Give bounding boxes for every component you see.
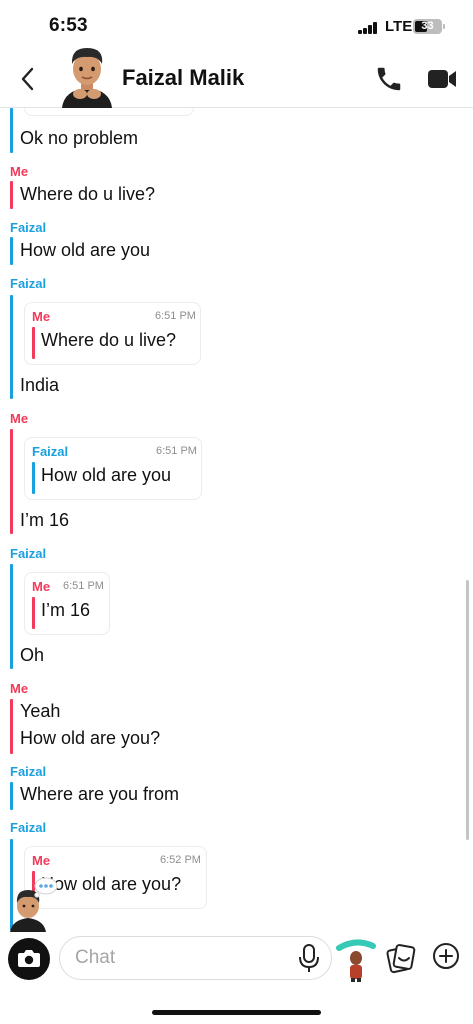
composer-bar — [0, 930, 473, 1024]
quoted-message[interactable]: Faizal 6:51 PM How old are you — [24, 437, 202, 500]
camera-icon — [18, 950, 40, 967]
quote-time: 6:51 PM — [156, 445, 197, 457]
home-indicator[interactable] — [152, 1010, 321, 1015]
message-list[interactable]: Ok no problem Me Where do u live? Faizal… — [0, 108, 473, 930]
message-bar — [10, 782, 13, 810]
sticker-icon — [386, 944, 416, 974]
typing-bubble-icon — [10, 877, 58, 932]
quote-text: Where do u live? — [41, 330, 177, 350]
message-bar — [10, 237, 13, 265]
message-bar — [10, 181, 13, 209]
microphone-button[interactable] — [296, 943, 322, 973]
back-icon — [21, 67, 34, 91]
message-bar — [10, 429, 13, 534]
typing-indicator — [8, 876, 58, 932]
message-text[interactable]: How old are you — [20, 240, 150, 261]
quote-bar — [32, 462, 35, 494]
video-call-button[interactable] — [426, 66, 458, 92]
message-sender: Faizal — [10, 820, 47, 835]
quote-time: 6:51 PM — [155, 310, 196, 322]
message-text[interactable]: Where are you from — [20, 784, 179, 805]
message-text[interactable]: Oh — [20, 645, 44, 666]
quoted-message — [24, 108, 194, 116]
bitmoji-button[interactable] — [336, 936, 376, 982]
quote-bar — [32, 597, 35, 629]
message-text[interactable]: How old are you? — [20, 728, 160, 749]
chat-input[interactable] — [59, 936, 332, 980]
bitmoji-avatar-icon — [62, 48, 112, 108]
quote-text: How old are you — [41, 465, 172, 485]
quote-text: How old are you? — [41, 874, 182, 894]
contact-name[interactable]: Faizal Malik — [122, 65, 244, 91]
back-button[interactable] — [14, 64, 44, 94]
signal-icon — [358, 22, 380, 34]
microphone-icon — [299, 944, 319, 972]
message-text[interactable]: I’m 16 — [20, 510, 69, 531]
camera-button[interactable] — [8, 938, 50, 980]
quote-sender: Faizal — [32, 444, 69, 459]
battery-level: 33 — [421, 20, 434, 32]
quoted-message[interactable]: Me 6:51 PM Where do u live? — [24, 302, 201, 365]
message-bar — [10, 564, 13, 669]
quote-time: 6:52 PM — [160, 854, 201, 866]
call-button[interactable] — [374, 64, 404, 94]
message-text[interactable]: Where do u live? — [20, 184, 155, 205]
quoted-message[interactable]: Me 6:51 PM I’m 16 — [24, 572, 110, 635]
quote-bar — [32, 327, 35, 359]
message-sender: Me — [10, 164, 29, 179]
video-call-icon — [428, 70, 456, 88]
message-text[interactable]: India — [20, 375, 59, 396]
quote-text: I’m 16 — [41, 600, 91, 620]
message-sender: Me — [10, 681, 29, 696]
quote-sender: Me — [32, 853, 51, 868]
quote-sender: Me — [32, 579, 51, 594]
bitmoji-icon — [336, 939, 376, 982]
chat-header: Faizal Malik — [0, 48, 473, 108]
phone-icon — [377, 67, 401, 91]
message-sender: Me — [10, 411, 29, 426]
message-text[interactable]: Ok no problem — [20, 128, 138, 149]
message-sender: Faizal — [10, 764, 47, 779]
plus-button[interactable] — [431, 941, 461, 971]
message-bar — [10, 699, 13, 754]
message-bar — [10, 108, 13, 153]
message-bar — [10, 295, 13, 399]
message-sender: Faizal — [10, 546, 47, 561]
battery-icon: 33 — [413, 19, 442, 34]
plus-icon — [433, 943, 459, 969]
contact-avatar[interactable] — [56, 42, 118, 108]
quote-sender: Me — [32, 309, 51, 324]
sticker-button[interactable] — [386, 942, 416, 974]
status-time: 6:53 — [49, 15, 88, 36]
message-text[interactable]: Yeah — [20, 701, 60, 722]
quote-time: 6:51 PM — [63, 580, 104, 592]
scrollbar[interactable] — [466, 580, 469, 840]
network-type: LTE — [385, 18, 413, 35]
message-sender: Faizal — [10, 276, 47, 291]
message-sender: Faizal — [10, 220, 47, 235]
